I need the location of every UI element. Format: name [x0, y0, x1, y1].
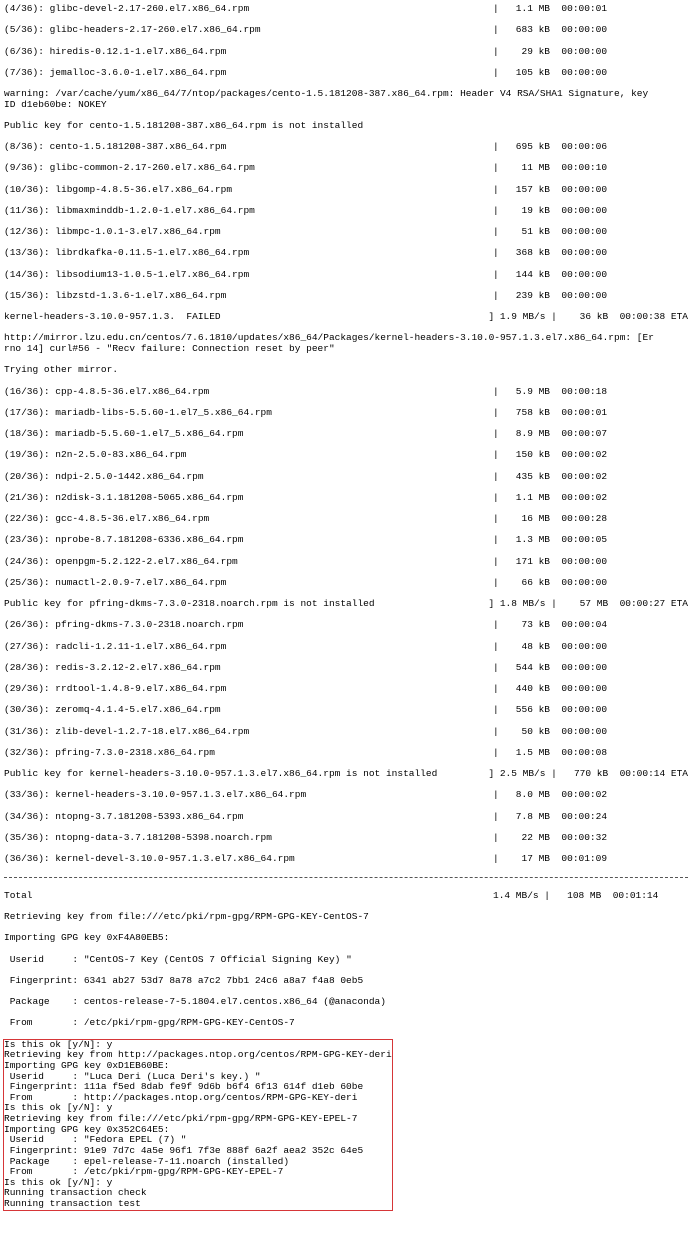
download-line: (21/36): n2disk-3.1.181208-5065.x86_64.r… [4, 493, 688, 504]
download-line: (6/36): hiredis-0.12.1-1.el7.x86_64.rpm|… [4, 47, 688, 58]
download-line: (9/36): glibc-common-2.17-260.el7.x86_64… [4, 163, 688, 174]
download-line: (14/36): libsodium13-1.0.5-1.el7.x86_64.… [4, 270, 688, 281]
download-line: (24/36): openpgm-5.2.122-2.el7.x86_64.rp… [4, 557, 688, 568]
warning-line: warning: /var/cache/yum/x86_64/7/ntop/pa… [4, 89, 688, 110]
download-line: (33/36): kernel-headers-3.10.0-957.1.3.e… [4, 790, 688, 801]
download-line: (25/36): numactl-2.0.9-7.el7.x86_64.rpm|… [4, 578, 688, 589]
download-line: (13/36): librdkafka-0.11.5-1.el7.x86_64.… [4, 248, 688, 259]
download-line: (35/36): ntopng-data-3.7.181208-5398.noa… [4, 833, 688, 844]
download-line: (4/36): glibc-devel-2.17-260.el7.x86_64.… [4, 4, 688, 15]
download-line: (10/36): libgomp-4.8.5-36.el7.x86_64.rpm… [4, 185, 688, 196]
gpg-fingerprint: Fingerprint: 6341 ab27 53d7 8a78 a7c2 7b… [4, 976, 688, 987]
retrieve-line: Retrieving key from file:///etc/pki/rpm-… [4, 912, 688, 923]
gpg-from: From : /etc/pki/rpm-gpg/RPM-GPG-KEY-Cent… [4, 1018, 688, 1029]
download-line: (5/36): glibc-headers-2.17-260.el7.x86_6… [4, 25, 688, 36]
download-line: (18/36): mariadb-5.5.60-1.el7_5.x86_64.r… [4, 429, 688, 440]
download-line: (7/36): jemalloc-3.6.0-1.el7.x86_64.rpm|… [4, 68, 688, 79]
download-line: (8/36): cento-1.5.181208-387.x86_64.rpm|… [4, 142, 688, 153]
download-line: (12/36): libmpc-1.0.1-3.el7.x86_64.rpm| … [4, 227, 688, 238]
download-line: (15/36): libzstd-1.3.6-1.el7.x86_64.rpm|… [4, 291, 688, 302]
pubkey-notice: Public key for pfring-dkms-7.3.0-2318.no… [4, 599, 688, 610]
download-line: (29/36): rrdtool-1.4.8-9.el7.x86_64.rpm|… [4, 684, 688, 695]
download-line: (30/36): zeromq-4.1.4-5.el7.x86_64.rpm| … [4, 705, 688, 716]
download-line: (32/36): pfring-7.3.0-2318.x86_64.rpm| 1… [4, 748, 688, 759]
download-line: (28/36): redis-3.2.12-2.el7.x86_64.rpm| … [4, 663, 688, 674]
pubkey-notice: Public key for cento-1.5.181208-387.x86_… [4, 121, 688, 132]
total-line: Total1.4 MB/s | 108 MB 00:01:14 [4, 891, 688, 902]
highlighted-block: Is this ok [y/N]: y Retrieving key from … [4, 1040, 392, 1210]
gpg-import: Importing GPG key 0xF4A80EB5: [4, 933, 688, 944]
download-line: (23/36): nprobe-8.7.181208-6336.x86_64.r… [4, 535, 688, 546]
download-line: (11/36): libmaxminddb-1.2.0-1.el7.x86_64… [4, 206, 688, 217]
gpg-package: Package : centos-release-7-5.1804.el7.ce… [4, 997, 688, 1008]
download-line: (27/36): radcli-1.2.11-1.el7.x86_64.rpm|… [4, 642, 688, 653]
error-line: http://mirror.lzu.edu.cn/centos/7.6.1810… [4, 333, 688, 354]
pubkey-notice: Public key for kernel-headers-3.10.0-957… [4, 769, 688, 780]
download-line: (34/36): ntopng-3.7.181208-5393.x86_64.r… [4, 812, 688, 823]
download-line: (20/36): ndpi-2.5.0-1442.x86_64.rpm| 435… [4, 472, 688, 483]
download-line: (19/36): n2n-2.5.0-83.x86_64.rpm| 150 kB… [4, 450, 688, 461]
download-line: (36/36): kernel-devel-3.10.0-957.1.3.el7… [4, 854, 688, 865]
separator [4, 877, 688, 878]
download-line: (16/36): cpp-4.8.5-36.el7.x86_64.rpm| 5.… [4, 387, 688, 398]
download-line: (31/36): zlib-devel-1.2.7-18.el7.x86_64.… [4, 727, 688, 738]
gpg-userid: Userid : "CentOS-7 Key (CentOS 7 Officia… [4, 955, 688, 966]
download-line: (22/36): gcc-4.8.5-36.el7.x86_64.rpm| 16… [4, 514, 688, 525]
download-line: (26/36): pfring-dkms-7.3.0-2318.noarch.r… [4, 620, 688, 631]
failed-line: kernel-headers-3.10.0-957.1.3. FAILED] 1… [4, 312, 688, 323]
trying-mirror: Trying other mirror. [4, 365, 688, 376]
download-line: (17/36): mariadb-libs-5.5.60-1.el7_5.x86… [4, 408, 688, 419]
